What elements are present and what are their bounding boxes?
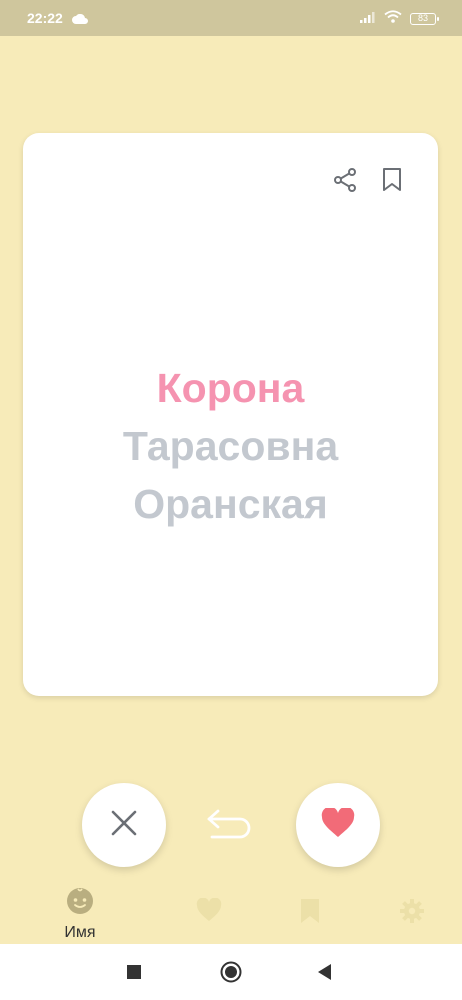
patronymic: Тарасовна	[122, 423, 339, 469]
heart-icon	[321, 806, 355, 843]
home-button[interactable]	[220, 961, 242, 988]
bookmark-icon[interactable]	[378, 166, 406, 194]
system-nav-bar	[0, 944, 462, 1000]
cloud-icon	[72, 11, 88, 29]
battery-indicator: 83	[410, 13, 439, 25]
recent-apps-button[interactable]	[127, 965, 141, 979]
gear-icon	[399, 898, 425, 929]
heart-icon	[196, 897, 222, 927]
nav-item-saved[interactable]	[299, 898, 321, 929]
first-name: Корона	[156, 365, 305, 411]
status-icons: 83	[360, 10, 439, 28]
bottom-nav: Имя	[0, 880, 462, 942]
status-time: 22:22	[27, 10, 63, 26]
back-button[interactable]	[316, 963, 332, 986]
bookmark-icon	[299, 898, 321, 929]
status-bar: 22:22 83	[0, 0, 462, 36]
signal-icon	[360, 10, 376, 28]
name-block: Корона Тарасовна Оранская	[23, 359, 438, 533]
undo-button[interactable]	[203, 803, 255, 845]
surname: Оранская	[133, 481, 328, 527]
close-icon	[110, 809, 138, 842]
dislike-button[interactable]	[82, 783, 166, 867]
nav-item-settings[interactable]	[399, 898, 425, 929]
name-card[interactable]: Корона Тарасовна Оранская	[23, 133, 438, 696]
share-icon[interactable]	[331, 166, 359, 194]
nav-item-favorites[interactable]	[196, 897, 222, 927]
nav-item-name[interactable]: Имя	[54, 886, 106, 942]
nav-label-name: Имя	[64, 924, 96, 941]
baby-face-icon	[65, 886, 95, 921]
wifi-icon	[384, 10, 402, 28]
undo-icon	[204, 802, 254, 847]
like-button[interactable]	[296, 783, 380, 867]
